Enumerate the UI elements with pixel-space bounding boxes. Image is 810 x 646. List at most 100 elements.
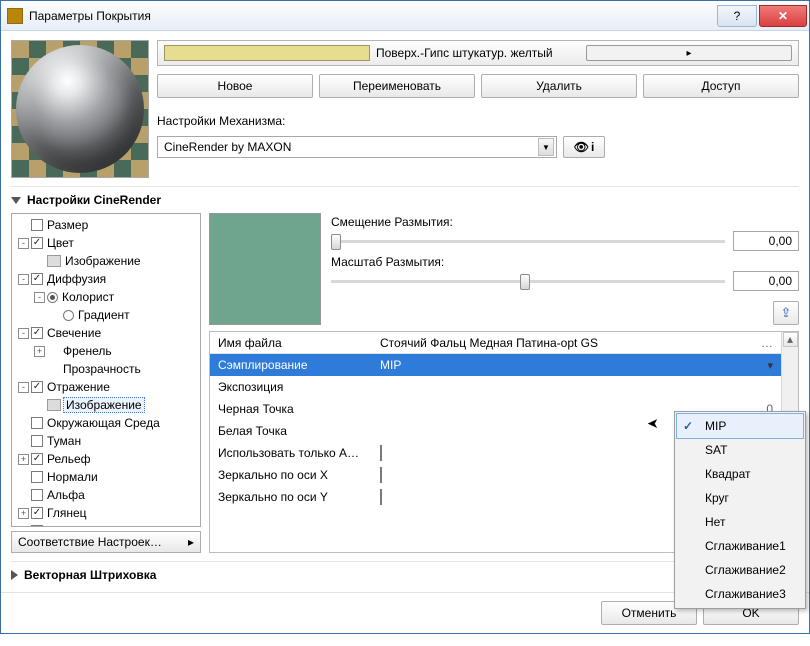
expand-toggle (18, 220, 29, 231)
menu-item[interactable]: SAT (677, 438, 803, 462)
channel-tree[interactable]: Размер-ЦветИзображение-Диффузия-Колорист… (11, 213, 201, 527)
tree-item[interactable]: + Рельеф (12, 450, 200, 468)
blur-scale-label: Масштаб Размытия: (331, 255, 799, 269)
match-settings-button[interactable]: Соответствие Настроек…▸ (11, 531, 201, 553)
prop-value[interactable]: Стоячий Фальц Медная Патина-opt GS (380, 336, 747, 350)
prop-key: Черная Точка (218, 402, 374, 416)
tree-radio[interactable] (63, 310, 74, 321)
tree-checkbox[interactable] (31, 435, 43, 447)
tree-checkbox[interactable] (31, 237, 43, 249)
prop-checkbox[interactable] (380, 445, 382, 461)
export-button[interactable]: ⇪ (773, 301, 799, 325)
blur-offset-value[interactable]: 0,00 (733, 231, 799, 251)
prop-extra[interactable]: ▾ (753, 358, 773, 372)
expand-toggle[interactable]: + (18, 454, 29, 465)
tree-checkbox[interactable] (31, 471, 43, 483)
tree-checkbox[interactable] (31, 453, 43, 465)
chevron-down-icon[interactable]: ▾ (767, 360, 773, 372)
blur-scale-value[interactable]: 0,00 (733, 271, 799, 291)
tree-item[interactable]: + Френель (12, 342, 200, 360)
expand-toggle[interactable]: - (18, 382, 29, 393)
access-button[interactable]: Доступ (643, 74, 799, 98)
tree-item[interactable]: Размер (12, 216, 200, 234)
info-label: i (591, 140, 594, 154)
prop-extra[interactable]: … (753, 336, 773, 350)
tree-item[interactable]: - Цвет (12, 234, 200, 252)
tree-label: Френель (61, 344, 114, 358)
tree-checkbox[interactable] (31, 327, 43, 339)
delete-button[interactable]: Удалить (481, 74, 637, 98)
tree-item[interactable]: -Колорист (12, 288, 200, 306)
tree-item[interactable]: Нормали (12, 468, 200, 486)
tree-radio[interactable] (47, 292, 58, 303)
section-cinerender[interactable]: Настройки CineRender (11, 186, 799, 207)
eye-icon: 👁 (574, 140, 589, 154)
sampling-dropdown-menu[interactable]: MIPSATКвадратКругНетСглаживание1Сглажива… (674, 411, 806, 609)
tree-item[interactable]: Прозрачность (12, 360, 200, 378)
tree-checkbox[interactable] (31, 273, 43, 285)
expand-toggle (18, 490, 29, 501)
tree-item[interactable]: - Свечение (12, 324, 200, 342)
close-button[interactable]: ✕ (759, 5, 807, 27)
tree-checkbox[interactable] (31, 489, 43, 501)
expand-toggle (18, 436, 29, 447)
tree-checkbox[interactable] (31, 525, 43, 527)
tree-label: Градиент (76, 308, 132, 322)
table-row[interactable]: СэмплированиеMIP▾ (210, 354, 781, 376)
tree-label: Рельеф (45, 452, 93, 466)
chevron-down-icon[interactable]: ▼ (538, 138, 554, 156)
menu-item[interactable]: Квадрат (677, 462, 803, 486)
tree-item[interactable]: - Отражение (12, 378, 200, 396)
tree-item[interactable]: Изображение (12, 396, 200, 414)
blur-scale-slider[interactable] (331, 280, 725, 283)
tree-item[interactable]: + Глянец (12, 504, 200, 522)
expand-toggle[interactable]: - (18, 238, 29, 249)
tree-label: Цвет (45, 236, 76, 250)
tree-label: Прозрачность (61, 362, 143, 376)
disclosure-right-icon (11, 570, 18, 580)
tree-item[interactable]: Альфа (12, 486, 200, 504)
tree-item[interactable]: Ореол (12, 522, 200, 527)
material-swatch (164, 45, 370, 61)
tree-label: Глянец (45, 506, 89, 520)
material-name-bar[interactable]: Поверх.-Гипс штукатур. желтый ▸ (157, 40, 799, 66)
tree-item[interactable]: Туман (12, 432, 200, 450)
expand-toggle[interactable]: - (18, 328, 29, 339)
prop-value[interactable]: MIP (380, 358, 747, 372)
tree-checkbox[interactable] (31, 219, 43, 231)
tree-checkbox[interactable] (31, 381, 43, 393)
new-button[interactable]: Новое (157, 74, 313, 98)
tree-item[interactable]: Градиент (12, 306, 200, 324)
engine-combo[interactable]: CineRender by MAXON ▼ (157, 136, 557, 158)
expand-toggle[interactable]: + (34, 346, 45, 357)
menu-item[interactable]: Сглаживание1 (677, 534, 803, 558)
rename-button[interactable]: Переименовать (319, 74, 475, 98)
table-row[interactable]: Имя файлаСтоячий Фальц Медная Патина-opt… (210, 332, 781, 354)
table-row[interactable]: Экспозиция (210, 376, 781, 398)
menu-item[interactable]: MIP (677, 414, 803, 438)
tree-checkbox[interactable] (31, 507, 43, 519)
blur-offset-slider[interactable] (331, 240, 725, 243)
expand-toggle[interactable]: + (18, 508, 29, 519)
menu-item[interactable]: Нет (677, 510, 803, 534)
expand-toggle[interactable]: - (34, 292, 45, 303)
tree-item[interactable]: Окружающая Среда (12, 414, 200, 432)
tree-label: Диффузия (45, 272, 108, 286)
expand-toggle (34, 256, 45, 267)
menu-item[interactable]: Сглаживание2 (677, 558, 803, 582)
prop-checkbox[interactable] (380, 467, 382, 483)
material-menu-button[interactable]: ▸ (586, 45, 792, 61)
engine-info-button[interactable]: 👁 i (563, 136, 605, 158)
prop-checkbox[interactable] (380, 489, 382, 505)
scroll-up-icon[interactable]: ▴ (783, 332, 798, 347)
tree-checkbox[interactable] (31, 417, 43, 429)
menu-item[interactable]: Круг (677, 486, 803, 510)
cursor-icon: ➤ (647, 415, 659, 432)
expand-toggle[interactable]: - (18, 274, 29, 285)
menu-item[interactable]: Сглаживание3 (677, 582, 803, 606)
tree-label: Свечение (45, 326, 103, 340)
tree-item[interactable]: Изображение (12, 252, 200, 270)
help-button[interactable]: ? (717, 5, 757, 27)
tree-label: Отражение (45, 380, 112, 394)
tree-item[interactable]: - Диффузия (12, 270, 200, 288)
